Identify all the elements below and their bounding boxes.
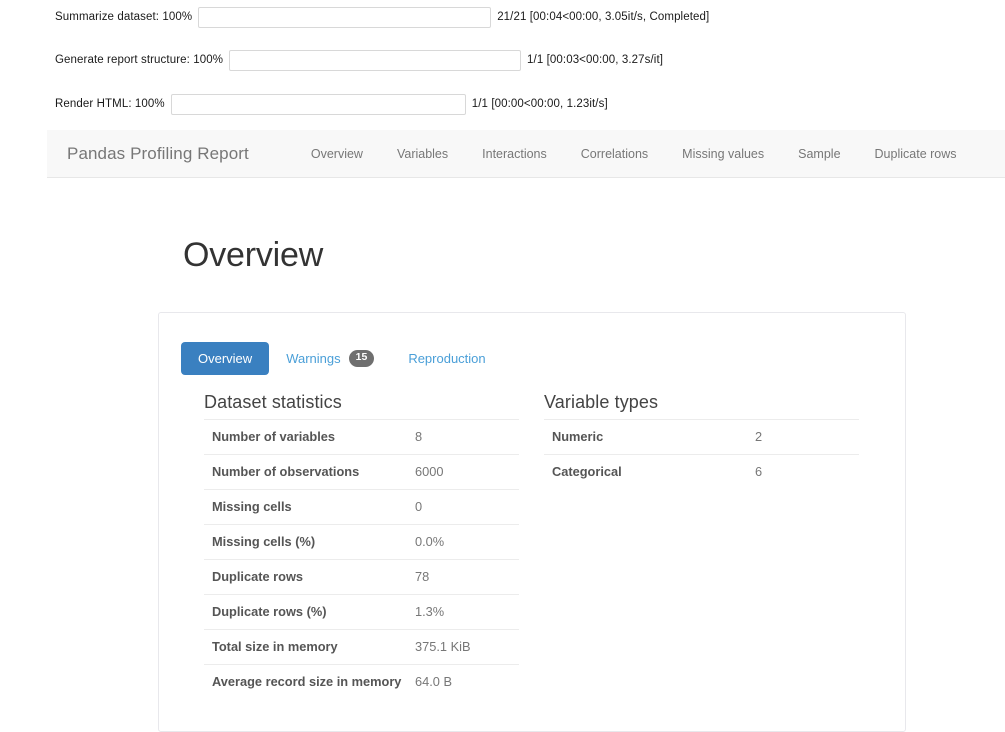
table-row: Missing cells (%) 0.0%	[204, 524, 519, 559]
stat-value: 6000	[407, 454, 519, 489]
table-row: Duplicate rows (%) 1.3%	[204, 594, 519, 629]
table-row: Number of variables 8	[204, 419, 519, 454]
stat-value: 6	[747, 454, 859, 489]
table-row: Categorical 6	[544, 454, 859, 489]
stat-value: 78	[407, 559, 519, 594]
stat-label: Average record size in memory	[204, 664, 407, 699]
progress-row: Summarize dataset: 100% 21/21 [00:04<00:…	[0, 3, 1005, 31]
stat-label: Duplicate rows (%)	[204, 594, 407, 629]
progress-track	[171, 94, 466, 115]
navbar-links: Overview Variables Interactions Correlat…	[294, 147, 974, 161]
stat-value: 8	[407, 419, 519, 454]
warnings-count-badge: 15	[349, 350, 375, 367]
tab-bar: Overview Warnings 15 Reproduction	[159, 313, 905, 376]
progress-stats: 1/1 [00:03<00:00, 3.27s/it]	[527, 54, 663, 66]
progress-label: Summarize dataset: 100%	[55, 11, 192, 23]
stat-value: 0.0%	[407, 524, 519, 559]
table-row: Duplicate rows 78	[204, 559, 519, 594]
nav-link-overview[interactable]: Overview	[294, 147, 380, 161]
progress-bar-area: Summarize dataset: 100% 21/21 [00:04<00:…	[0, 3, 1005, 118]
tab-warnings-label: Warnings	[286, 351, 340, 366]
nav-link-variables[interactable]: Variables	[380, 147, 465, 161]
stat-label: Numeric	[544, 419, 747, 454]
stat-label: Duplicate rows	[204, 559, 407, 594]
stat-value: 64.0 B	[407, 664, 519, 699]
navbar: Pandas Profiling Report Overview Variabl…	[47, 130, 1005, 178]
progress-stats: 1/1 [00:00<00:00, 1.23it/s]	[472, 98, 608, 110]
progress-row: Generate report structure: 100% 1/1 [00:…	[0, 46, 1005, 74]
stat-value: 2	[747, 419, 859, 454]
progress-label: Render HTML: 100%	[55, 98, 165, 110]
table-row: Total size in memory 375.1 KiB	[204, 629, 519, 664]
stat-label: Missing cells	[204, 489, 407, 524]
tab-reproduction-label: Reproduction	[408, 351, 485, 366]
stat-value: 375.1 KiB	[407, 629, 519, 664]
navbar-brand[interactable]: Pandas Profiling Report	[47, 144, 264, 164]
nav-link-duplicate-rows[interactable]: Duplicate rows	[858, 147, 974, 161]
variable-types-table: Numeric 2 Categorical 6	[544, 419, 859, 489]
stat-value: 1.3%	[407, 594, 519, 629]
stat-label: Categorical	[544, 454, 747, 489]
tab-warnings[interactable]: Warnings 15	[269, 341, 391, 376]
dataset-statistics-heading: Dataset statistics	[204, 392, 519, 413]
table-row: Numeric 2	[544, 419, 859, 454]
dataset-statistics-panel: Dataset statistics Number of variables 8…	[159, 392, 519, 699]
progress-label: Generate report structure: 100%	[55, 54, 223, 66]
variable-types-panel: Variable types Numeric 2 Categorical 6	[519, 392, 879, 699]
progress-row: Render HTML: 100% 1/1 [00:00<00:00, 1.23…	[0, 90, 1005, 118]
nav-link-interactions[interactable]: Interactions	[465, 147, 564, 161]
progress-track	[229, 50, 521, 71]
variable-types-heading: Variable types	[544, 392, 879, 413]
tab-overview[interactable]: Overview	[181, 342, 269, 375]
stat-label: Total size in memory	[204, 629, 407, 664]
nav-link-correlations[interactable]: Correlations	[564, 147, 665, 161]
stat-label: Missing cells (%)	[204, 524, 407, 559]
stat-label: Number of variables	[204, 419, 407, 454]
stat-label: Number of observations	[204, 454, 407, 489]
nav-link-missing-values[interactable]: Missing values	[665, 147, 781, 161]
overview-panels: Dataset statistics Number of variables 8…	[159, 376, 905, 699]
nav-link-sample[interactable]: Sample	[781, 147, 857, 161]
progress-stats: 21/21 [00:04<00:00, 3.05it/s, Completed]	[497, 11, 709, 23]
tab-overview-label: Overview	[198, 351, 252, 366]
table-row: Number of observations 6000	[204, 454, 519, 489]
stat-value: 0	[407, 489, 519, 524]
progress-track	[198, 7, 491, 28]
table-row: Average record size in memory 64.0 B	[204, 664, 519, 699]
main-content: Overview Overview Warnings 15 Reproducti…	[0, 178, 1005, 694]
dataset-statistics-table: Number of variables 8 Number of observat…	[204, 419, 519, 699]
table-row: Missing cells 0	[204, 489, 519, 524]
page-title: Overview	[183, 236, 323, 275]
tab-reproduction[interactable]: Reproduction	[391, 342, 502, 375]
overview-card: Overview Warnings 15 Reproduction Datase…	[158, 312, 906, 732]
